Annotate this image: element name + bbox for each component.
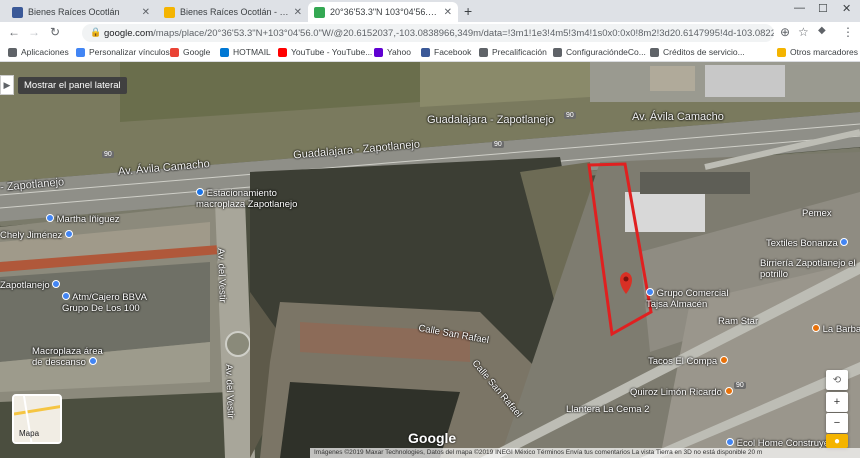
back-icon[interactable]: ← (8, 25, 20, 39)
place-label[interactable]: Tacos El Compa (648, 356, 728, 367)
bookmark-hotmail[interactable]: HOTMAIL (220, 47, 271, 57)
bookmark-creditos[interactable]: Créditos de servicio... (650, 47, 745, 57)
store-pin-icon (840, 238, 849, 246)
place-label[interactable]: Birriería Zapotlanejo el potrillo (760, 258, 856, 280)
tab-bienes-raices-outlook[interactable]: Bienes Raíces Ocotlán - Outlook ✕ (158, 2, 308, 22)
tab-title: Bienes Raíces Ocotlán (28, 7, 120, 17)
place-label[interactable]: Quiroz Limón Ricardo (630, 387, 733, 398)
place-label[interactable]: Zapotlanejo (0, 280, 61, 291)
bookmark-youtube[interactable]: YouTube - YouTube... (278, 47, 372, 57)
bookmark-aplicaciones[interactable]: Aplicaciones (8, 47, 69, 57)
bookmark-star-icon[interactable]: ☆ (798, 25, 809, 39)
apps-icon (8, 47, 17, 57)
place-label[interactable]: Martha Iñiguez (46, 214, 119, 225)
pegman-icon[interactable]: ● (826, 434, 848, 448)
url-host: google.com (104, 27, 154, 39)
place-label[interactable]: Textiles Bonanza (766, 238, 849, 249)
maximize-icon[interactable]: ☐ (818, 2, 828, 15)
highway-shield-icon: 90 (564, 112, 576, 119)
place-label[interactable]: Chely Jiménez (0, 230, 73, 241)
close-icon[interactable]: ✕ (142, 7, 150, 18)
highway-shield-icon: 90 (734, 382, 746, 389)
tab-google-maps[interactable]: 20°36'53.3"N 103°04'56.0"W - G ✕ (308, 2, 458, 22)
bookmark-configuracion[interactable]: ConfiguracióndeCo... (553, 47, 646, 57)
store-pin-icon (64, 230, 73, 238)
url-path: /maps/place/20°36'53.3"N+103°04'56.0"W/@… (153, 27, 774, 39)
bookmark-google[interactable]: Google (170, 47, 210, 57)
close-icon[interactable]: ✕ (294, 7, 302, 18)
facebook-icon (12, 6, 23, 18)
restaurant-pin-icon (719, 356, 728, 364)
outlook-icon (164, 6, 175, 18)
windows-icon (76, 47, 85, 57)
side-panel-tooltip: Mostrar el panel lateral (18, 76, 127, 94)
side-panel-toggle[interactable]: ▶ Mostrar el panel lateral (0, 75, 127, 95)
close-window-icon[interactable]: ✕ (842, 2, 851, 15)
reload-icon[interactable]: ↻ (50, 25, 60, 39)
zoom-in-button[interactable]: + (826, 392, 848, 412)
road-label: Av. del Vestir (215, 248, 228, 303)
browser-toolbar: ← → ↻ 🔒 google.com/maps/place/20°36'53.3… (0, 22, 860, 44)
parking-pin-icon (196, 188, 204, 196)
place-label[interactable]: Estacionamiento macroplaza Zapotlanejo (196, 188, 306, 210)
globe-icon (650, 47, 659, 57)
zoom-out-button[interactable]: − (826, 413, 848, 433)
restaurant-pin-icon (724, 387, 733, 395)
store-pin-icon (52, 280, 61, 288)
place-label[interactable]: Atm/Cajero BBVA Grupo De Los 100 (62, 292, 162, 314)
tab-strip: Bienes Raíces Ocotlán ✕ Bienes Raíces Oc… (0, 0, 860, 22)
lock-icon: 🔒 (90, 27, 102, 37)
rotate-icon[interactable]: ⟲ (826, 370, 848, 390)
bookmark-personalizar[interactable]: Personalizar vínculos (76, 47, 170, 57)
extension-icon[interactable]: ◆ (818, 25, 826, 36)
store-pin-icon (726, 438, 734, 446)
satellite-map[interactable]: Guadalajara - Zapotlanejo Av. Ávila Cama… (0, 62, 860, 458)
store-pin-icon (646, 288, 654, 296)
menu-icon[interactable]: ⋮ (842, 25, 854, 39)
place-label[interactable]: Grupo Comercial Tajsa Almacén (646, 288, 736, 310)
globe-icon (479, 47, 488, 57)
place-label[interactable]: Llantera La Cema 2 (566, 404, 649, 415)
facebook-icon (421, 47, 430, 57)
globe-icon (553, 47, 562, 57)
outlook-icon (220, 47, 229, 57)
bookmark-otros[interactable]: Otros marcadores (777, 47, 858, 57)
place-label[interactable]: Macroplaza área de descanso (32, 346, 112, 368)
place-label[interactable]: Pemex (802, 208, 832, 219)
store-pin-icon (46, 214, 54, 222)
google-logo: Google (408, 430, 457, 446)
place-label[interactable]: La Barbacoa (812, 324, 860, 335)
tab-bienes-raices-facebook[interactable]: Bienes Raíces Ocotlán ✕ (6, 2, 156, 22)
map-layer-toggle[interactable]: Mapa (12, 394, 62, 444)
road-label: Av. del Vestir (223, 364, 236, 419)
store-pin-icon (88, 357, 97, 365)
maps-icon (314, 6, 325, 18)
road-label: Av. Ávila Camacho (632, 111, 724, 123)
install-icon[interactable]: ⊕ (780, 25, 790, 39)
close-icon[interactable]: ✕ (444, 7, 452, 18)
highway-shield-icon: 90 (492, 141, 504, 148)
bookmark-yahoo[interactable]: Yahoo (374, 47, 411, 57)
road-label: Guadalajara - Zapotlanejo (427, 114, 555, 126)
chevron-right-icon[interactable]: ▶ (0, 75, 14, 95)
place-label[interactable]: Ram Star (718, 316, 758, 327)
tab-title: 20°36'53.3"N 103°04'56.0"W - G (330, 7, 440, 17)
layer-label: Mapa (19, 429, 40, 438)
new-tab-button[interactable]: + (464, 3, 472, 19)
youtube-icon (278, 47, 287, 57)
bookmarks-bar: Aplicaciones Personalizar vínculos Googl… (0, 44, 860, 62)
bookmark-facebook[interactable]: Facebook (421, 47, 471, 57)
yahoo-icon (374, 47, 383, 57)
folder-icon (777, 47, 786, 57)
forward-icon[interactable]: → (28, 25, 40, 39)
google-icon (170, 47, 179, 57)
restaurant-pin-icon (812, 324, 820, 332)
atm-pin-icon (62, 292, 70, 300)
highway-shield-icon: 90 (102, 151, 114, 158)
bookmark-precalificacion[interactable]: Precalificación (479, 47, 547, 57)
minimize-icon[interactable]: — (794, 2, 805, 14)
address-bar[interactable]: 🔒 google.com/maps/place/20°36'53.3"N+103… (82, 24, 774, 42)
tab-title: Bienes Raíces Ocotlán - Outlook (180, 7, 290, 17)
map-attribution: Imágenes ©2019 Maxar Technologies, Datos… (310, 448, 860, 458)
